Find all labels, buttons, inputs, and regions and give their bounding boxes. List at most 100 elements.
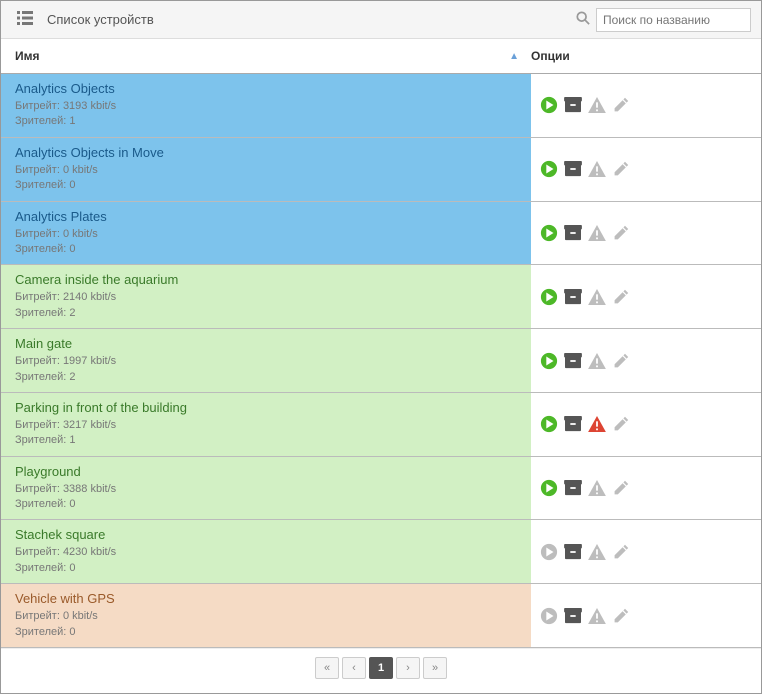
device-viewers: Зрителей: 2 xyxy=(15,306,517,321)
play-icon[interactable] xyxy=(539,606,559,626)
table-row[interactable]: PlaygroundБитрейт: 3388 kbit/sЗрителей: … xyxy=(1,457,761,521)
cell-name: Vehicle with GPS Битрейт: 0 kbit/sЗрителе… xyxy=(1,584,531,647)
page-last-button[interactable]: » xyxy=(423,657,447,679)
list-view-icon[interactable] xyxy=(11,7,39,32)
page-prev-button[interactable]: ‹ xyxy=(342,657,366,679)
table-row[interactable]: Camera inside the aquarium Битрейт: 2140 … xyxy=(1,265,761,329)
archive-icon[interactable] xyxy=(563,287,583,307)
edit-icon[interactable] xyxy=(611,223,631,243)
warning-icon[interactable] xyxy=(587,414,607,434)
device-viewers: Зрителей: 1 xyxy=(15,433,517,448)
page-next-button[interactable]: › xyxy=(396,657,420,679)
warning-icon[interactable] xyxy=(587,351,607,371)
cell-options xyxy=(531,74,761,137)
warning-icon[interactable] xyxy=(587,223,607,243)
cell-name: PlaygroundБитрейт: 3388 kbit/sЗрителей: … xyxy=(1,457,531,520)
column-header-name[interactable]: Имя ▲ xyxy=(1,49,531,63)
edit-icon[interactable] xyxy=(611,414,631,434)
sort-asc-icon: ▲ xyxy=(509,51,519,62)
table-row[interactable]: Analytics Plates Битрейт: 0 kbit/sЗрителе… xyxy=(1,202,761,266)
device-name: Analytics Plates xyxy=(15,209,517,224)
table-row[interactable]: Stachek square Битрейт: 4230 kbit/sЗрител… xyxy=(1,520,761,584)
device-name: Analytics Objects xyxy=(15,81,517,96)
device-viewers: Зрителей: 0 xyxy=(15,178,517,193)
device-viewers: Зрителей: 0 xyxy=(15,242,517,257)
warning-icon[interactable] xyxy=(587,95,607,115)
archive-icon[interactable] xyxy=(563,95,583,115)
cell-options xyxy=(531,457,761,520)
device-viewers: Зрителей: 0 xyxy=(15,625,517,640)
device-viewers: Зрителей: 2 xyxy=(15,370,517,385)
play-icon[interactable] xyxy=(539,542,559,562)
archive-icon[interactable] xyxy=(563,542,583,562)
table-row[interactable]: Analytics ObjectsБитрейт: 3193 kbit/sЗри… xyxy=(1,74,761,138)
play-icon[interactable] xyxy=(539,95,559,115)
edit-icon[interactable] xyxy=(611,351,631,371)
page-first-button[interactable]: « xyxy=(315,657,339,679)
device-bitrate: Битрейт: 0 kbit/s xyxy=(15,609,517,624)
device-name: Vehicle with GPS xyxy=(15,591,517,606)
edit-icon[interactable] xyxy=(611,542,631,562)
cell-options xyxy=(531,520,761,583)
device-bitrate: Битрейт: 2140 kbit/s xyxy=(15,290,517,305)
play-icon[interactable] xyxy=(539,159,559,179)
cell-options xyxy=(531,393,761,456)
cell-options xyxy=(531,265,761,328)
archive-icon[interactable] xyxy=(563,351,583,371)
device-viewers: Зрителей: 1 xyxy=(15,114,517,129)
cell-options xyxy=(531,584,761,647)
cell-name: Analytics Objects in Move Битрейт: 0 kbit… xyxy=(1,138,531,201)
play-icon[interactable] xyxy=(539,414,559,434)
cell-options xyxy=(531,329,761,392)
page-current-button[interactable]: 1 xyxy=(369,657,393,679)
table-body: Analytics ObjectsБитрейт: 3193 kbit/sЗри… xyxy=(1,74,761,648)
archive-icon[interactable] xyxy=(563,414,583,434)
warning-icon[interactable] xyxy=(587,478,607,498)
edit-icon[interactable] xyxy=(611,478,631,498)
device-bitrate: Битрейт: 4230 kbit/s xyxy=(15,545,517,560)
edit-icon[interactable] xyxy=(611,159,631,179)
warning-icon[interactable] xyxy=(587,287,607,307)
device-name: Stachek square xyxy=(15,527,517,542)
archive-icon[interactable] xyxy=(563,478,583,498)
device-viewers: Зрителей: 0 xyxy=(15,497,517,512)
device-bitrate: Битрейт: 0 kbit/s xyxy=(15,163,517,178)
device-name: Parking in front of the building xyxy=(15,400,517,415)
archive-icon[interactable] xyxy=(563,606,583,626)
column-header-name-label: Имя xyxy=(15,49,40,63)
device-viewers: Зрителей: 0 xyxy=(15,561,517,576)
table-row[interactable]: Analytics Objects in Move Битрейт: 0 kbit… xyxy=(1,138,761,202)
device-bitrate: Битрейт: 3388 kbit/s xyxy=(15,482,517,497)
device-name: Camera inside the aquarium xyxy=(15,272,517,287)
play-icon[interactable] xyxy=(539,223,559,243)
cell-name: Camera inside the aquarium Битрейт: 2140 … xyxy=(1,265,531,328)
cell-name: Stachek square Битрейт: 4230 kbit/sЗрител… xyxy=(1,520,531,583)
search-input[interactable] xyxy=(596,8,751,32)
cell-name: Analytics ObjectsБитрейт: 3193 kbit/sЗри… xyxy=(1,74,531,137)
play-icon[interactable] xyxy=(539,287,559,307)
warning-icon[interactable] xyxy=(587,542,607,562)
table-header: Имя ▲ Опции xyxy=(1,39,761,74)
device-bitrate: Битрейт: 1997 kbit/s xyxy=(15,354,517,369)
table-row[interactable]: Main gate Битрейт: 1997 kbit/sЗрителей: 2 xyxy=(1,329,761,393)
device-name: Main gate xyxy=(15,336,517,351)
play-icon[interactable] xyxy=(539,351,559,371)
app-window: Список устройств Имя ▲ Опции Analytics O… xyxy=(0,0,762,694)
edit-icon[interactable] xyxy=(611,287,631,307)
table-row[interactable]: Parking in front of the building Битрейт:… xyxy=(1,393,761,457)
device-bitrate: Битрейт: 0 kbit/s xyxy=(15,227,517,242)
search-icon[interactable] xyxy=(576,11,590,28)
warning-icon[interactable] xyxy=(587,606,607,626)
column-header-options[interactable]: Опции xyxy=(531,49,761,63)
device-bitrate: Битрейт: 3217 kbit/s xyxy=(15,418,517,433)
device-name: Analytics Objects in Move xyxy=(15,145,517,160)
cell-name: Main gate Битрейт: 1997 kbit/sЗрителей: 2 xyxy=(1,329,531,392)
play-icon[interactable] xyxy=(539,478,559,498)
archive-icon[interactable] xyxy=(563,223,583,243)
table-row[interactable]: Vehicle with GPS Битрейт: 0 kbit/sЗрителе… xyxy=(1,584,761,648)
edit-icon[interactable] xyxy=(611,606,631,626)
edit-icon[interactable] xyxy=(611,95,631,115)
toolbar: Список устройств xyxy=(1,1,761,39)
archive-icon[interactable] xyxy=(563,159,583,179)
warning-icon[interactable] xyxy=(587,159,607,179)
